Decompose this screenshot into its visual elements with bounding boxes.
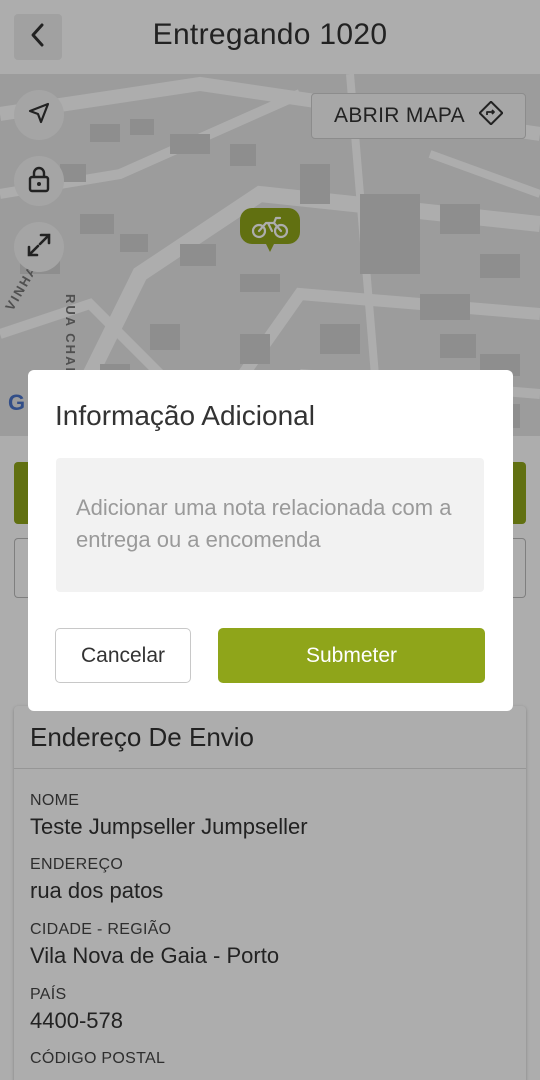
cancel-button[interactable]: Cancelar (55, 628, 191, 683)
dialog-title: Informação Adicional (55, 400, 315, 431)
additional-info-dialog: Informação Adicional Cancelar Submeter (28, 370, 513, 711)
submit-button[interactable]: Submeter (218, 628, 485, 683)
note-input[interactable] (56, 458, 484, 592)
